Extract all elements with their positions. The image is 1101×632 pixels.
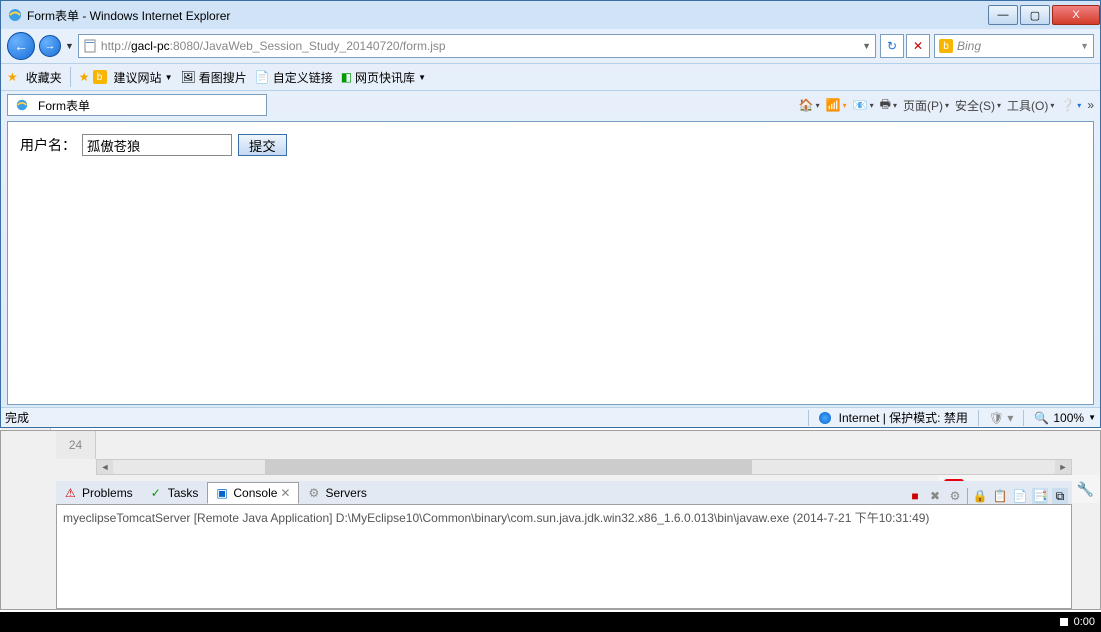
zoom-icon[interactable]: 🔍 <box>1034 411 1049 425</box>
remove-launch-button[interactable]: ✖ <box>927 488 943 504</box>
page-menu[interactable]: 页面(P)▾ <box>903 97 949 114</box>
problems-icon: ⚠ <box>65 486 79 500</box>
eclipse-panel: 24 ◄ ► S 中 🌙 '• 👤 ⌨ 🔧 ⚠Problems ✓Tasks ▣… <box>0 430 1101 610</box>
scroll-right-arrow[interactable]: ► <box>1055 460 1071 474</box>
tab-row: Form表单 🏠▾ 📶▾ 📧▾ 🖶▾ 页面(P)▾ 安全(S)▾ 工具(O)▾ … <box>1 91 1100 119</box>
search-box[interactable]: b Bing ▼ <box>934 34 1094 58</box>
minimize-button[interactable]: — <box>988 5 1018 25</box>
command-bar: 🏠▾ 📶▾ 📧▾ 🖶▾ 页面(P)▾ 安全(S)▾ 工具(O)▾ ❔▾ » <box>799 95 1094 116</box>
status-text: 完成 <box>5 409 29 426</box>
search-engine-label: Bing <box>957 39 981 53</box>
page-icon: 🖼 <box>180 70 195 84</box>
forward-button[interactable]: → <box>39 35 61 57</box>
titlebar: Form表单 - Windows Internet Explorer — ▢ X <box>1 1 1100 29</box>
ime-settings-icon[interactable]: 🔧 <box>1077 481 1094 498</box>
ie-logo-icon <box>7 7 23 23</box>
display-console-button[interactable]: 📑 <box>1032 488 1048 504</box>
url-path: /JavaWeb_Session_Study_20140720/form.jsp <box>200 39 446 53</box>
recorder-time: 0:00 <box>1074 616 1095 628</box>
servers-icon: ⚙ <box>308 486 322 500</box>
ie-window: Form表单 - Windows Internet Explorer — ▢ X… <box>0 0 1101 428</box>
tab-tasks[interactable]: ✓Tasks <box>142 482 208 504</box>
remove-all-button[interactable]: ⚙ <box>947 488 963 504</box>
fav-custom-links[interactable]: 📄自定义链接 <box>255 69 333 86</box>
window-title: Form表单 - Windows Internet Explorer <box>27 7 986 24</box>
fav-suggested-sites[interactable]: ★b建议网站▼ <box>79 69 173 86</box>
username-input[interactable] <box>82 134 232 156</box>
ie-logo-icon <box>14 97 30 113</box>
console-line: myeclipseTomcatServer [Remote Java Appli… <box>63 511 929 525</box>
console-icon: ▣ <box>216 486 230 500</box>
status-bar: 完成 Internet | 保护模式: 禁用 🛡 ▾ 🔍 100% ▼ <box>1 407 1100 427</box>
address-bar[interactable]: http:// gacl-pc :8080 /JavaWeb_Session_S… <box>78 34 876 58</box>
close-button[interactable]: X <box>1052 5 1100 25</box>
nav-dropdown-icon[interactable]: ▼ <box>65 41 74 51</box>
favorites-label[interactable]: 收藏夹 <box>26 69 62 86</box>
tab-servers[interactable]: ⚙Servers <box>299 482 375 504</box>
favorites-star-icon[interactable]: ★ <box>7 70 18 84</box>
page-icon: 📄 <box>255 70 270 84</box>
tab-close-icon[interactable]: ✕ <box>280 486 290 500</box>
tab-problems[interactable]: ⚠Problems <box>56 482 142 504</box>
home-button[interactable]: 🏠▾ <box>799 98 820 112</box>
overflow-button[interactable]: » <box>1087 98 1094 112</box>
back-button[interactable]: ← <box>7 32 35 60</box>
zoom-level[interactable]: 100% <box>1053 411 1084 425</box>
url-host: gacl-pc <box>131 39 170 53</box>
separator <box>70 67 71 87</box>
submit-button[interactable]: 提交 <box>238 134 287 156</box>
favorites-bar: ★ 收藏夹 ★b建议网站▼ 🖼看图搜片 📄自定义链接 ◧网页快讯库▼ <box>1 63 1100 91</box>
console-toolbar: ■ ✖ ⚙ 🔒 📋 📄 📑 ⧉ <box>907 488 1072 504</box>
stop-button[interactable]: ✕ <box>906 34 930 58</box>
url-scheme: http:// <box>101 39 131 53</box>
scroll-lock-button[interactable]: 🔒 <box>972 488 988 504</box>
username-label: 用户名： <box>20 135 76 155</box>
safety-menu[interactable]: 安全(S)▾ <box>955 97 1001 114</box>
scroll-thumb[interactable] <box>265 460 752 474</box>
browser-tab[interactable]: Form表单 <box>7 94 267 116</box>
feeds-button[interactable]: 📶▾ <box>826 98 847 112</box>
window-buttons: — ▢ X <box>986 5 1100 25</box>
tasks-icon: ✓ <box>151 486 165 500</box>
eclipse-view-tabs: ⚠Problems ✓Tasks ▣Console ✕ ⚙Servers ■ ✖… <box>56 481 1072 505</box>
maximize-button[interactable]: ▢ <box>1020 5 1050 25</box>
nav-bar: ← → ▼ http:// gacl-pc :8080 /JavaWeb_Ses… <box>1 29 1100 63</box>
mail-button[interactable]: 📧▾ <box>853 98 874 112</box>
feed-icon: ◧ <box>341 70 352 84</box>
tab-label: Form表单 <box>38 97 90 114</box>
protected-mode-icon[interactable]: 🛡 ▾ <box>989 411 1014 425</box>
bing-icon: b <box>93 70 107 84</box>
url-port: :8080 <box>170 39 200 53</box>
page-content: 用户名： 提交 <box>7 121 1094 405</box>
username-form: 用户名： 提交 <box>20 134 1081 156</box>
editor-hscrollbar[interactable]: ◄ ► <box>96 459 1072 475</box>
search-dropdown-icon[interactable]: ▼ <box>1080 41 1089 51</box>
zoom-dropdown-icon[interactable]: ▼ <box>1088 413 1096 422</box>
address-dropdown-icon[interactable]: ▼ <box>862 41 871 51</box>
pin-console-button[interactable]: 📄 <box>1012 488 1028 504</box>
open-console-button[interactable]: ⧉ <box>1052 488 1068 504</box>
line-number: 24 <box>56 431 96 459</box>
tools-menu[interactable]: 工具(O)▾ <box>1007 97 1054 114</box>
fav-web-slices[interactable]: ◧网页快讯库▼ <box>341 69 426 86</box>
print-button[interactable]: 🖶▾ <box>880 95 897 116</box>
help-button[interactable]: ❔▾ <box>1060 98 1081 112</box>
tab-console[interactable]: ▣Console ✕ <box>207 482 299 504</box>
security-zone: Internet | 保护模式: 禁用 <box>839 409 968 426</box>
globe-icon <box>819 412 831 424</box>
clear-console-button[interactable]: 📋 <box>992 488 1008 504</box>
console-output[interactable]: myeclipseTomcatServer [Remote Java Appli… <box>56 505 1072 609</box>
scroll-left-arrow[interactable]: ◄ <box>97 460 113 474</box>
refresh-button[interactable]: ↻ <box>880 34 904 58</box>
recorder-bar: 0:00 <box>0 612 1101 632</box>
page-icon <box>83 39 97 53</box>
terminate-button[interactable]: ■ <box>907 488 923 504</box>
record-icon[interactable] <box>1060 618 1068 626</box>
fav-image-search[interactable]: 🖼看图搜片 <box>180 69 246 86</box>
bing-icon: b <box>939 39 953 53</box>
